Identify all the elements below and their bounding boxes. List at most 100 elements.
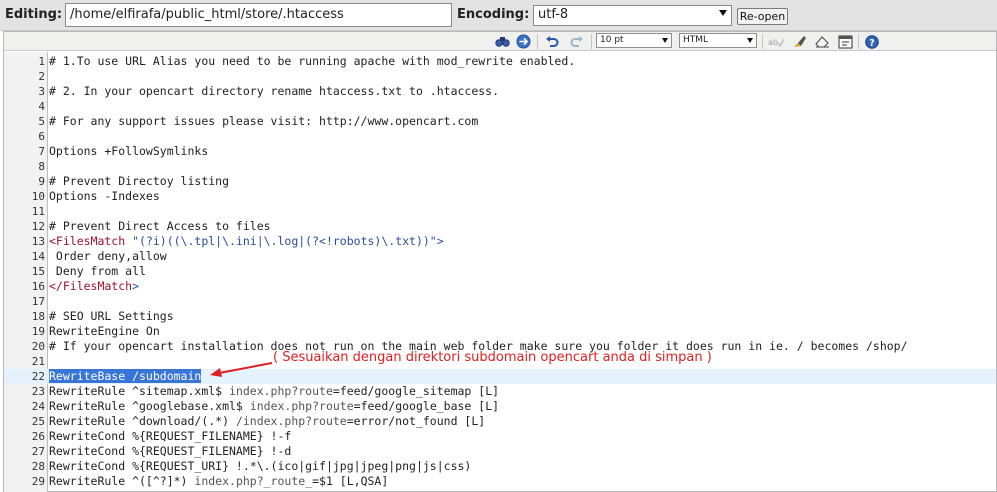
line-number: 19	[31, 325, 45, 338]
code-token: "(?i)((\.tpl|\.ini|\.log|(?<!robots)\.tx…	[125, 234, 444, 248]
line-number: 18	[31, 310, 45, 323]
code-line[interactable]: 28 RewriteCond %{REQUEST_URI} !.*\.(ico|g…	[4, 459, 996, 474]
eraser-icon[interactable]	[814, 34, 830, 49]
line-text: RewriteEngine On	[49, 324, 160, 339]
code-token: =$1 [L,QSA]	[312, 474, 389, 488]
code-token: RewriteCond %{REQUEST_FILENAME} !-f	[49, 429, 292, 443]
code-line[interactable]: 24 RewriteRule ^googlebase.xml$ index.php…	[4, 399, 996, 414]
code-token: /index.php?route	[235, 414, 347, 428]
code-token: # For any support issues please visit: h…	[49, 114, 479, 128]
code-line[interactable]: 12 # Prevent Direct Access to files	[4, 219, 996, 234]
code-token: RewriteCond %{REQUEST_URI} !.*\.(ico|gif…	[49, 459, 472, 473]
code-token: =feed/google_base [L]	[353, 399, 500, 413]
line-text: RewriteCond %{REQUEST_FILENAME} !-d	[49, 444, 291, 459]
code-token: index.php?route	[229, 384, 333, 398]
highlight-brush-icon[interactable]	[791, 34, 807, 49]
line-text: # Prevent Direct Access to files	[49, 219, 271, 234]
line-number: 22	[31, 370, 45, 383]
code-line[interactable]: 11	[4, 204, 996, 219]
line-number: 17	[31, 295, 45, 308]
code-line[interactable]: 6	[4, 129, 996, 144]
line-number: 5	[38, 115, 45, 128]
code-token: index.php?_route_	[194, 474, 313, 488]
code-line[interactable]: 23 RewriteRule ^sitemap.xml$ index.php?ro…	[4, 384, 996, 399]
code-token: # Prevent Directoy listing	[49, 174, 230, 188]
chevron-down-icon	[747, 38, 753, 43]
code-line[interactable]: 3 # 2. In your opencart directory rename …	[4, 84, 996, 99]
line-text: RewriteRule ^download/(.*) /index.php?ro…	[49, 414, 485, 429]
goto-line-icon[interactable]	[515, 34, 531, 49]
code-line[interactable]: 29 RewriteRule ^([^?]*) index.php?_route_…	[4, 474, 996, 489]
code-line[interactable]: 13 <FilesMatch "(?i)((\.tpl|\.ini|\.log|(…	[4, 234, 996, 249]
help-icon[interactable]: ?	[864, 34, 880, 49]
code-line[interactable]: 8	[4, 159, 996, 174]
code-line[interactable]: 27 RewriteCond %{REQUEST_FILENAME} !-d	[4, 444, 996, 459]
line-text: # Prevent Directoy listing	[49, 174, 229, 189]
syntax-select[interactable]: HTML	[679, 33, 757, 48]
code-token: RewriteEngine On	[49, 324, 160, 338]
line-number: 10	[31, 190, 45, 203]
encoding-select[interactable]: utf-8	[533, 5, 732, 26]
code-editor: 10 pt HTML ab ? 1 # 1.To use URL Alias y…	[3, 31, 997, 492]
line-number: 1	[38, 55, 45, 68]
line-text: RewriteRule ^([^?]*) index.php?_route_=$…	[49, 474, 388, 489]
code-line[interactable]: 26 RewriteCond %{REQUEST_FILENAME} !-f	[4, 429, 996, 444]
code-line[interactable]: 17	[4, 294, 996, 309]
code-line[interactable]: 16 </FilesMatch>	[4, 279, 996, 294]
file-path-input[interactable]: /home/elfirafa/public_html/store/.htacce…	[65, 3, 452, 27]
code-line[interactable]: 22 RewriteBase /subdomain	[4, 369, 996, 384]
line-text: Options -Indexes	[49, 189, 160, 204]
code-line[interactable]: 10 Options -Indexes	[4, 189, 996, 204]
line-number: 11	[31, 205, 45, 218]
code-token: </FilesMatch	[49, 279, 133, 293]
spellcheck-icon[interactable]: ab	[768, 34, 784, 49]
code-line[interactable]: 14 Order deny,allow	[4, 249, 996, 264]
line-number: 3	[38, 85, 45, 98]
editing-bar: Editing: /home/elfirafa/public_html/stor…	[0, 0, 997, 31]
code-line[interactable]: 9 # Prevent Directoy listing	[4, 174, 996, 189]
encoding-label: Encoding:	[457, 7, 530, 22]
code-token: <FilesMatch	[49, 234, 126, 248]
code-area[interactable]: 1 # 1.To use URL Alias you need to be run…	[4, 52, 996, 492]
code-line[interactable]: 4	[4, 99, 996, 114]
code-line[interactable]: 7 Options +FollowSymlinks	[4, 144, 996, 159]
code-line[interactable]: 15 Deny from all	[4, 264, 996, 279]
line-number: 14	[31, 250, 45, 263]
undo-icon[interactable]	[544, 34, 560, 49]
line-number: 24	[31, 400, 45, 413]
code-line[interactable]: 25 RewriteRule ^download/(.*) /index.php?…	[4, 414, 996, 429]
line-number: 27	[31, 445, 45, 458]
code-line[interactable]: 2	[4, 69, 996, 84]
line-number: 25	[31, 415, 45, 428]
line-number: 2	[38, 70, 45, 83]
line-number: 26	[31, 430, 45, 443]
line-number: 12	[31, 220, 45, 233]
line-text: Deny from all	[49, 264, 146, 279]
syntax-value: HTML	[683, 35, 709, 45]
editor-toolbar: 10 pt HTML ab ?	[4, 32, 996, 51]
svg-text:ab: ab	[768, 38, 778, 47]
code-token: =error/not_found [L]	[346, 414, 486, 428]
code-line[interactable]: 18 # SEO URL Settings	[4, 309, 996, 324]
code-line[interactable]: 19 RewriteEngine On	[4, 324, 996, 339]
code-token: index.php?route	[249, 399, 354, 413]
font-size-value: 10 pt	[600, 35, 624, 45]
reopen-button[interactable]: Re-open	[737, 8, 788, 25]
redo-icon[interactable]	[569, 34, 585, 49]
code-token: RewriteRule ^sitemap.xml$	[49, 384, 230, 398]
line-number: 8	[38, 160, 45, 173]
line-text: Options +FollowSymlinks	[49, 144, 208, 159]
font-size-select[interactable]: 10 pt	[596, 33, 672, 48]
code-token: # SEO URL Settings	[49, 309, 174, 323]
search-icon[interactable]	[494, 34, 510, 49]
line-text: RewriteRule ^sitemap.xml$ index.php?rout…	[49, 384, 499, 399]
code-line[interactable]: 5 # For any support issues please visit: …	[4, 114, 996, 129]
line-text: # 1.To use URL Alias you need to be runn…	[49, 54, 575, 69]
toggle-editor-icon[interactable]	[837, 34, 853, 49]
code-token: RewriteRule ^download/(.*)	[49, 414, 236, 428]
line-number: 20	[31, 340, 45, 353]
line-number: 6	[38, 130, 45, 143]
code-line[interactable]: 1 # 1.To use URL Alias you need to be run…	[4, 54, 996, 69]
line-text: # For any support issues please visit: h…	[49, 114, 478, 129]
code-token: # 1.To use URL Alias you need to be runn…	[49, 54, 576, 68]
